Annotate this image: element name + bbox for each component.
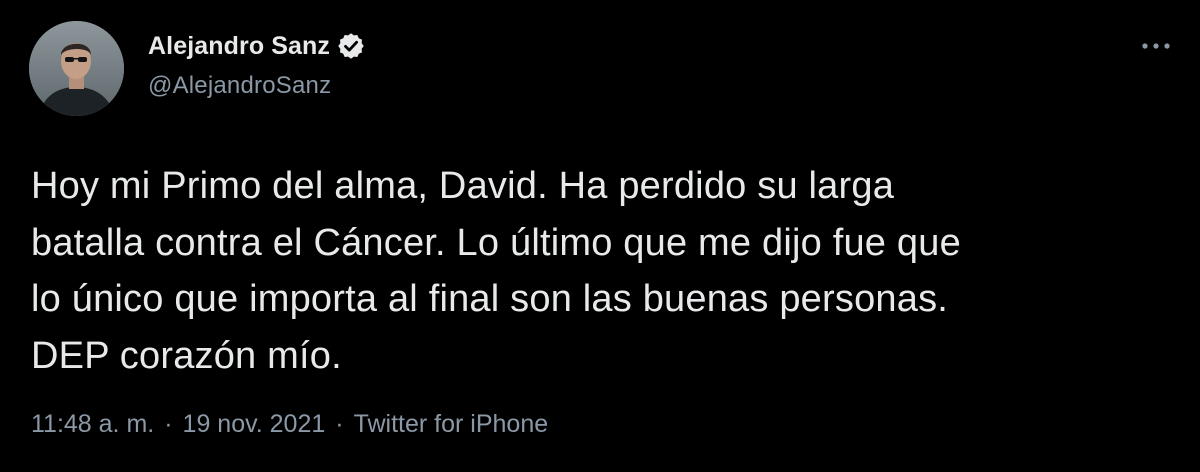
tweet-text: Hoy mi Primo del alma, David. Ha perdido… <box>31 165 961 377</box>
user-handle[interactable]: @AlejandroSanz <box>148 72 366 100</box>
avatar[interactable] <box>29 21 124 116</box>
display-name[interactable]: Alejandro Sanz <box>148 32 330 61</box>
tweet-metadata: 11:48 a. m. · 19 nov. 2021 · Twitter for… <box>31 410 548 439</box>
tweet-source[interactable]: Twitter for iPhone <box>354 410 549 439</box>
meta-separator: · <box>335 410 344 438</box>
author-block: Alejandro Sanz @AlejandroSanz <box>148 28 366 100</box>
more-options-icon[interactable] <box>1140 34 1172 58</box>
tweet-time[interactable]: 11:48 a. m. <box>31 410 154 439</box>
tweet-card: Alejandro Sanz @AlejandroSanz Hoy mi Pri… <box>0 0 1200 472</box>
tweet-date[interactable]: 19 nov. 2021 <box>183 410 326 439</box>
verified-badge-icon <box>336 31 366 61</box>
meta-separator: · <box>164 410 173 438</box>
profile-photo <box>29 21 124 116</box>
display-name-row: Alejandro Sanz <box>148 28 366 64</box>
